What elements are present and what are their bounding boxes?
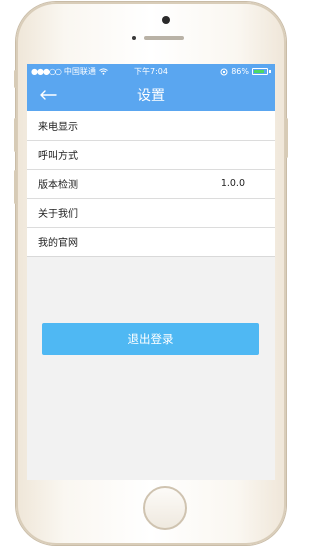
settings-item-label: 我的官网: [38, 238, 78, 249]
settings-item-label: 来电显示: [38, 122, 78, 133]
front-camera: [162, 16, 170, 24]
settings-list: 来电显示 呼叫方式 版本检测 1.0.0 关于我们 我的官网: [27, 111, 275, 257]
settings-item-label: 呼叫方式: [38, 151, 78, 162]
volume-up-button[interactable]: [14, 118, 17, 152]
power-button[interactable]: [285, 118, 288, 158]
logout-button[interactable]: 退出登录: [42, 323, 259, 355]
logout-button-label: 退出登录: [127, 332, 174, 346]
app-screen: ●●●○○ 中国联通 下午7:04 86% 设置 来电显示 呼叫方式 版本检测 …: [27, 64, 275, 480]
page-title: 设置: [137, 88, 165, 104]
version-number: 1.0.0: [220, 178, 245, 189]
mute-switch[interactable]: [14, 70, 17, 88]
settings-item-label: 版本检测: [38, 180, 78, 191]
status-time: 下午7:04: [134, 67, 168, 76]
settings-item-version-check[interactable]: 版本检测 1.0.0: [27, 169, 275, 198]
earpiece-speaker: [144, 36, 184, 40]
status-bar: ●●●○○ 中国联通 下午7:04 86%: [27, 64, 275, 79]
settings-item-call-method[interactable]: 呼叫方式: [27, 140, 275, 169]
navigation-bar: 设置: [27, 79, 275, 111]
settings-item-about-us[interactable]: 关于我们: [27, 198, 275, 227]
settings-item-official-website[interactable]: 我的官网: [27, 227, 275, 256]
back-button[interactable]: [35, 85, 61, 105]
settings-item-caller-display[interactable]: 来电显示: [27, 111, 275, 140]
volume-down-button[interactable]: [14, 170, 17, 204]
home-button[interactable]: [143, 486, 187, 530]
battery-level: [254, 70, 265, 73]
proximity-sensor: [132, 36, 136, 40]
settings-item-label: 关于我们: [38, 209, 78, 220]
back-arrow-icon: [40, 90, 57, 100]
